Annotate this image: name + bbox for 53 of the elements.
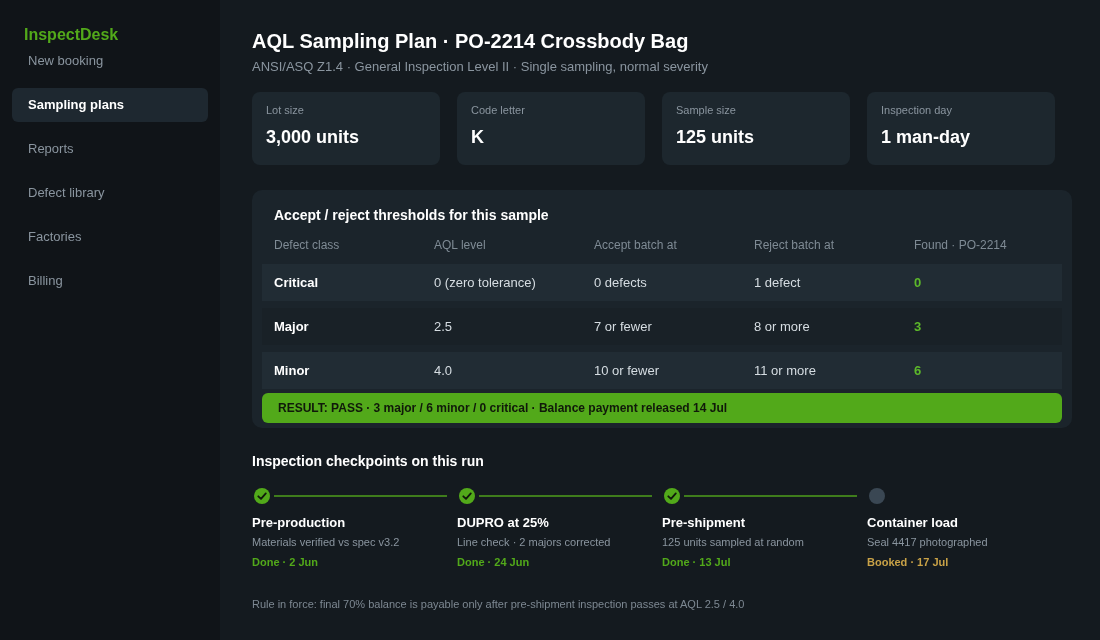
app-logo: InspectDesk [24, 26, 119, 44]
table-cell: 11 or more [754, 362, 816, 379]
stat-label: Lot size [266, 103, 304, 117]
column-header: Accept batch at [594, 237, 677, 253]
checkpoint-detail: Materials verified vs spec v3.2 [252, 535, 400, 549]
nav-item[interactable]: New booking [12, 44, 208, 78]
checkpoint-detail: Line check · 2 majors corrected [457, 535, 611, 549]
column-header: Reject batch at [754, 237, 835, 253]
table-cell: 4.0 [434, 362, 453, 379]
checkpoint-detail: 125 units sampled at random [662, 535, 804, 549]
checkpoint-name: DUPRO at 25% [457, 514, 549, 532]
table-cell: 0 defects [594, 274, 647, 291]
table-cell: 6 [914, 362, 922, 379]
table-cell: 7 or fewer [594, 318, 652, 335]
nav-item[interactable]: Billing [12, 264, 208, 298]
checkpoint-detail: Seal 4417 photographed [867, 535, 988, 549]
nav-item[interactable]: Sampling plans [12, 88, 208, 122]
table-cell: Minor [274, 362, 310, 379]
stat-label: Code letter [471, 103, 525, 117]
table-cell: Major [274, 318, 309, 335]
panel-title: Accept / reject thresholds for this sample [274, 206, 549, 224]
checkpoint-status: Done · 2 Jun [252, 555, 318, 569]
checkpoint-status: Done · 24 Jun [457, 555, 530, 569]
column-header: AQL level [434, 237, 486, 253]
checkpoint-name: Container load [867, 514, 958, 532]
checkpoint-status: Done · 13 Jul [662, 555, 731, 569]
stat-value: 3,000 units [266, 126, 360, 148]
table-cell: Critical [274, 274, 319, 291]
nav-item[interactable]: Reports [12, 132, 208, 166]
table-cell: 1 defect [754, 274, 801, 291]
nav-item[interactable]: Factories [12, 220, 208, 254]
checkpoint-status: Booked · 17 Jul [867, 555, 949, 569]
table-cell: 3 [914, 318, 922, 335]
result-banner: RESULT: PASS · 3 major / 6 minor / 0 critical · Balance payment released 14 Jul [262, 393, 1062, 423]
table-cell: 10 or fewer [594, 362, 660, 379]
nav-item[interactable]: Defect library [12, 176, 208, 210]
column-header: Found · PO-2214 [914, 237, 1007, 253]
checkpoint-name: Pre-shipment [662, 514, 746, 532]
footnote: Rule in force: final 70% balance is payable only after pre-shipment inspection passes at AQL 2.5 / 4.0 [252, 597, 745, 611]
checkpoint-name: Pre-production [252, 514, 346, 532]
page-title: AQL Sampling Plan · PO-2214 Crossbody Bag [252, 29, 689, 53]
table-cell: 0 (zero tolerance) [434, 274, 536, 291]
table-cell: 0 [914, 274, 922, 291]
table-cell: 8 or more [754, 318, 810, 335]
section-title: Inspection checkpoints on this run [252, 452, 484, 470]
stat-label: Inspection day [881, 103, 952, 117]
column-header: Defect class [274, 237, 340, 253]
stat-value: 1 man-day [881, 126, 971, 148]
stat-value: 125 units [676, 126, 755, 148]
stat-label: Sample size [676, 103, 736, 117]
stat-value: K [471, 126, 484, 148]
page-subtitle: ANSI/ASQ Z1.4 · General Inspection Level II · Single sampling, normal severity [252, 59, 708, 75]
table-cell: 2.5 [434, 318, 453, 335]
